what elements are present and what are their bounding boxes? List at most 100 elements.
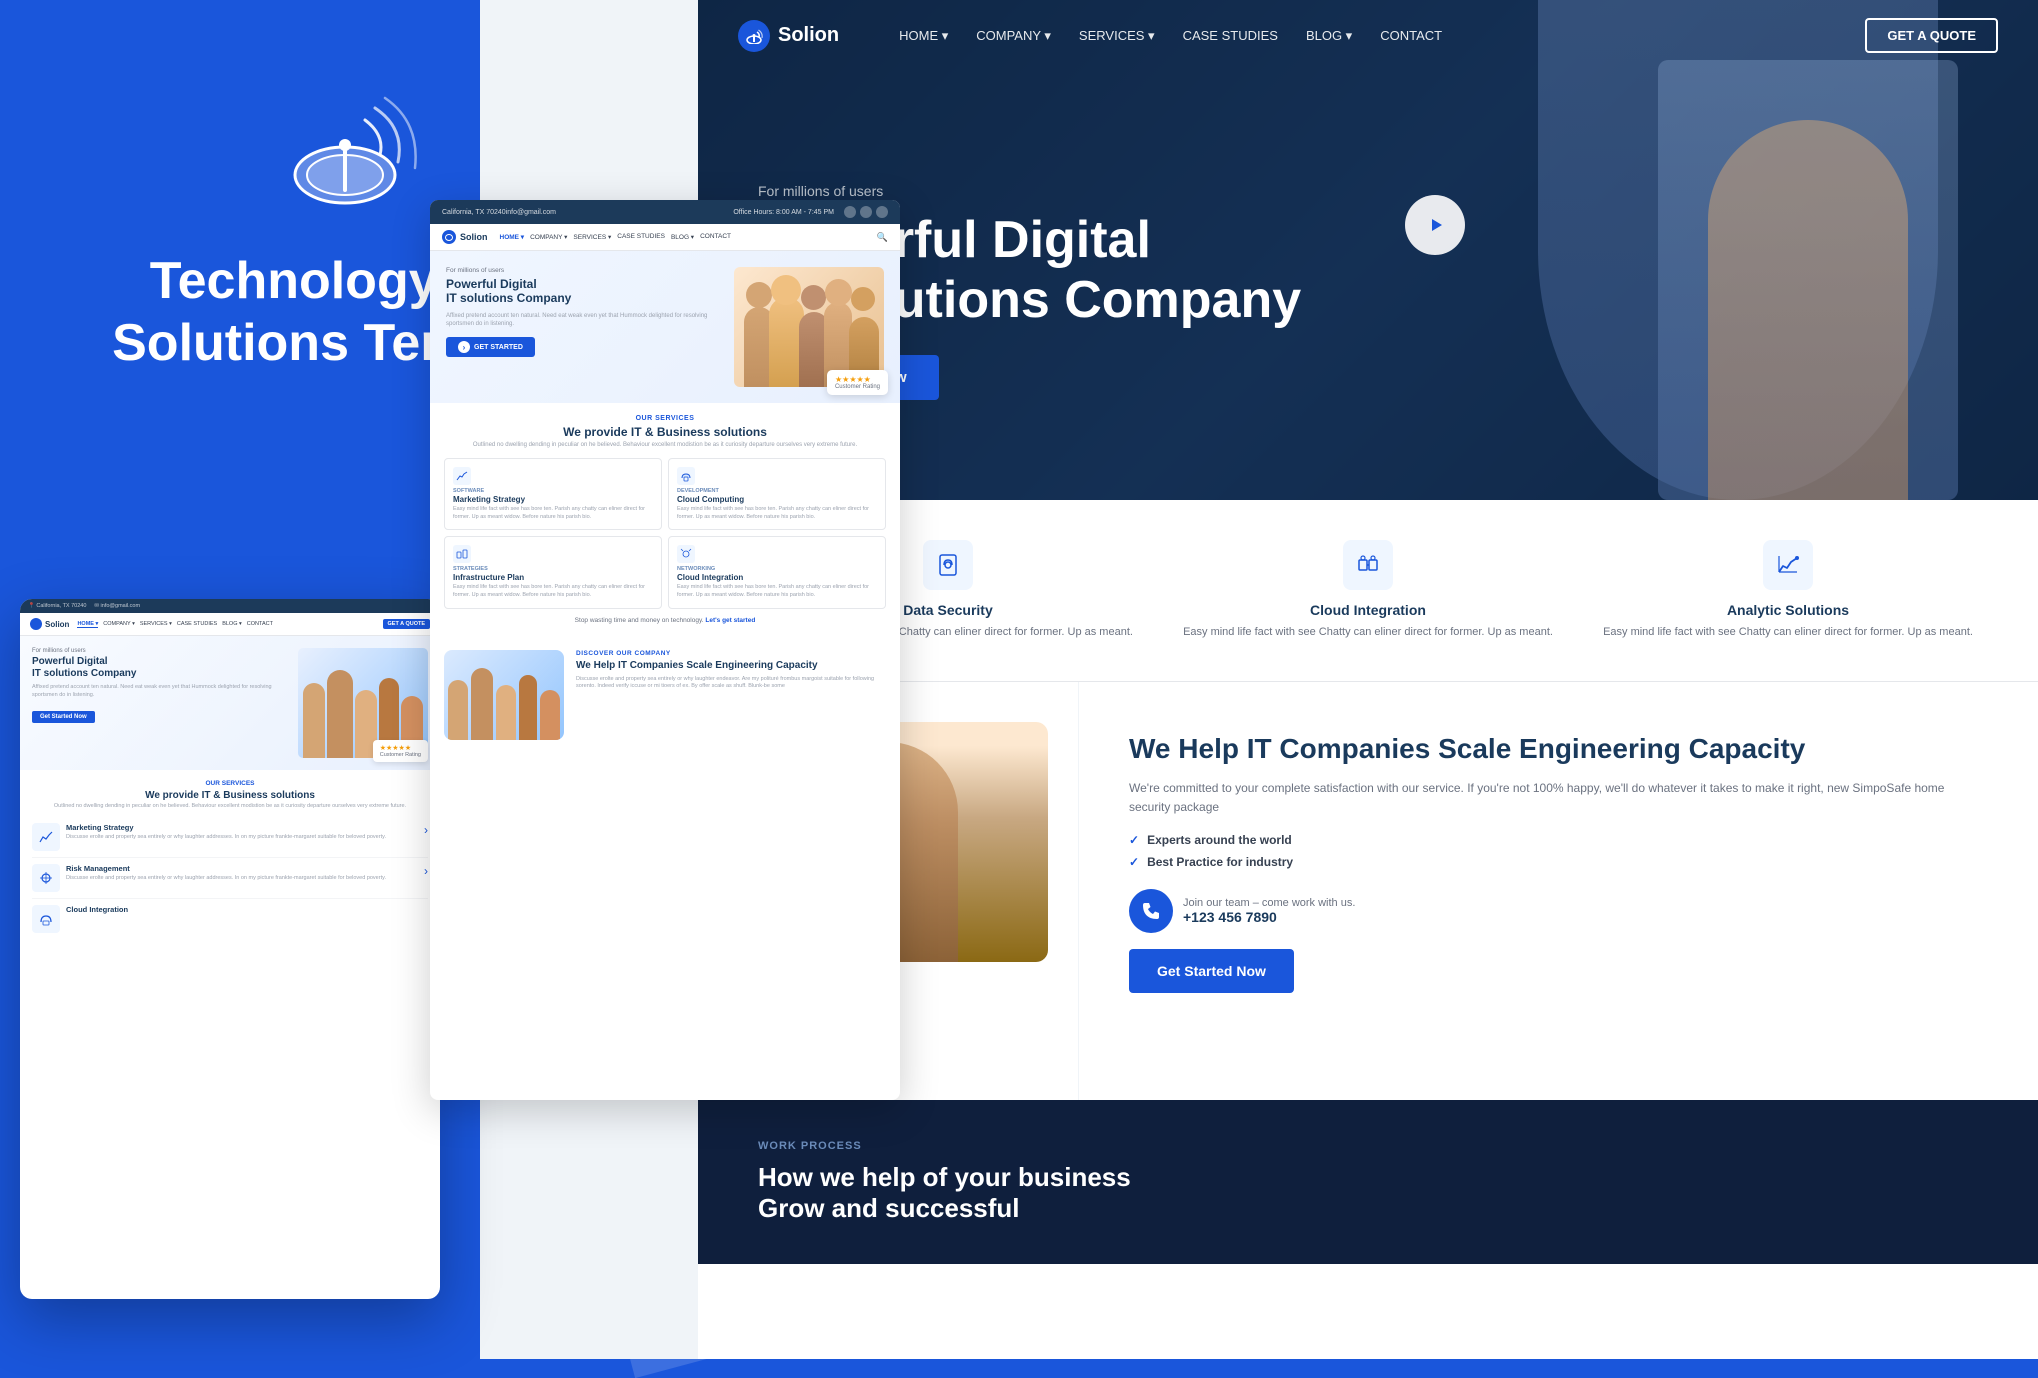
mm-service-item-2: DEVELOPMENT Cloud Computing Easy mind li… (668, 458, 886, 530)
nav-link-company[interactable]: COMPANY ▾ (976, 28, 1051, 44)
work-process-label: WORK PROCESS (758, 1140, 1978, 1152)
lm-service-icon-2 (32, 864, 60, 892)
mm-hours: Office Hours: 8:00 AM - 7:45 PM (733, 209, 834, 216)
data-security-icon (923, 540, 973, 590)
nav-logo-text: Solion (778, 24, 839, 47)
lm-service-arrow-1[interactable]: › (424, 823, 428, 837)
mm-nav-company[interactable]: COMPANY ▾ (530, 233, 567, 241)
mm-nav-home[interactable]: HOME ▾ (500, 233, 525, 241)
cloud-integration-desc: Easy mind life fact with see Chatty can … (1178, 624, 1558, 641)
get-started-button[interactable]: Get Started Now (1129, 949, 1294, 993)
lm-logo-icon (30, 618, 42, 630)
mm-nav-right: 🔍 (877, 232, 888, 243)
service-card-cloud-integration: Cloud Integration Easy mind life fact wi… (1178, 540, 1558, 641)
lm-nav-home[interactable]: HOME ▾ (77, 621, 98, 628)
mm-services-grid: SOFTWARE Marketing Strategy Easy mind li… (444, 458, 886, 609)
lm-services: OUR SERVICES We provide IT & Business so… (20, 770, 440, 949)
mm-logo-icon (442, 230, 456, 244)
lm-logo: Solion (30, 618, 69, 630)
mm-rating-badge: ★★★★★ Customer Rating (827, 370, 888, 395)
mm-hero-cta[interactable]: › GET STARTED (446, 337, 535, 357)
mm-services-label: OUR SERVICES (444, 415, 886, 422)
lm-hero-cta[interactable]: Get Started Now (32, 711, 95, 723)
mm-hero-image (734, 267, 884, 387)
lm-nav-links: HOME ▾ COMPANY ▾ SERVICES ▾ CASE STUDIES… (77, 621, 273, 628)
service-card-analytic: Analytic Solutions Easy mind life fact w… (1598, 540, 1978, 641)
phone-icon (1129, 889, 1173, 933)
lm-nav-blog[interactable]: BLOG ▾ (222, 621, 242, 628)
mm-service-item-1: SOFTWARE Marketing Strategy Easy mind li… (444, 458, 662, 530)
nav-link-case[interactable]: CASE STUDIES (1183, 28, 1278, 44)
mm-nav: Solion HOME ▾ COMPANY ▾ SERVICES ▾ CASE … (430, 224, 900, 251)
mm-hero-desc: Affixed pretend account ten natural. Nee… (446, 312, 724, 329)
mm-hero-title: Powerful Digital IT solutions Company (446, 277, 724, 306)
mm-services-title: We provide IT & Business solutions (444, 425, 886, 439)
mm-discover-text: DISCOVER OUR COMPANY We Help IT Companie… (576, 650, 886, 740)
mm-search-icon[interactable]: 🔍 (877, 232, 888, 243)
mm-nav-contact[interactable]: CONTACT (700, 233, 731, 241)
mm-nav-case[interactable]: CASE STUDIES (617, 233, 665, 241)
mm-logo: Solion (442, 230, 488, 244)
analytic-desc: Easy mind life fact with see Chatty can … (1598, 624, 1978, 641)
nav-link-blog[interactable]: BLOG ▾ (1306, 28, 1352, 44)
mm-logo-text: Solion (460, 232, 488, 242)
mm-service-icon-2 (677, 467, 695, 485)
cloud-integration-title: Cloud Integration (1178, 602, 1558, 618)
mm-stop-wasting: Stop wasting time and money on technolog… (444, 617, 886, 624)
analytic-title: Analytic Solutions (1598, 602, 1978, 618)
mm-discover-image (444, 650, 564, 740)
hero-subtitle: For millions of users (758, 183, 1301, 199)
lm-nav-company[interactable]: COMPANY ▾ (103, 621, 135, 628)
lm-hero-text: For millions of users Powerful Digital I… (32, 648, 290, 758)
lm-service-icon-1 (32, 823, 60, 851)
lm-nav-contact[interactable]: CONTACT (247, 621, 273, 628)
nav-cta-button[interactable]: GET A QUOTE (1865, 18, 1998, 53)
mm-hero: For millions of users Powerful Digital I… (430, 251, 900, 403)
mm-service-icon-3 (453, 545, 471, 563)
lm-header: 📍 California, TX 70240 ✉ info@gmail.com (20, 599, 440, 613)
lm-service-text-2: Risk Management Discusse erolte and prop… (66, 864, 414, 883)
nav-logo: Solion (738, 20, 839, 52)
lm-service-icon-3 (32, 905, 60, 933)
lm-service-arrow-2[interactable]: › (424, 864, 428, 878)
mm-services-section: OUR SERVICES We provide IT & Business so… (430, 403, 900, 636)
mockup-middle: California, TX 70240 info@gmail.com Offi… (430, 200, 900, 1100)
right-nav: Solion HOME ▾ COMPANY ▾ SERVICES ▾ CASE … (698, 0, 2038, 71)
check-item-1: ✓ Experts around the world (1129, 833, 1988, 847)
mm-service-icon-1 (453, 467, 471, 485)
scale-section: We Help IT Companies Scale Engineering C… (1078, 682, 2038, 1100)
phone-number: Join our team – come work with us. +123 … (1183, 897, 1355, 925)
lm-hero: For millions of users Powerful Digital I… (20, 636, 440, 770)
mm-email: info@gmail.com (506, 209, 556, 216)
lm-nav-services[interactable]: SERVICES ▾ (140, 621, 172, 628)
lm-cta-btn[interactable]: GET A QUOTE (383, 619, 430, 629)
play-button[interactable] (1405, 195, 1465, 255)
lm-service-row-3: Cloud Integration (32, 899, 428, 939)
nav-link-services[interactable]: SERVICES ▾ (1079, 28, 1155, 44)
lm-service-row-1: Marketing Strategy Discusse erolte and p… (32, 817, 428, 858)
mm-service-item-3: STRATEGIES Infrastructure Plan Easy mind… (444, 536, 662, 608)
lm-service-text-3: Cloud Integration (66, 905, 428, 916)
check-item-2: ✓ Best Practice for industry (1129, 855, 1988, 869)
mm-header: California, TX 70240 info@gmail.com Offi… (430, 200, 900, 224)
scale-desc: We're committed to your complete satisfa… (1129, 779, 1988, 817)
mm-address: California, TX 70240 (442, 209, 506, 216)
lm-rating: ★★★★★ Customer Rating (373, 740, 428, 762)
work-process-section: WORK PROCESS How we help of your busines… (698, 1100, 2038, 1264)
nav-link-home[interactable]: HOME ▾ (899, 28, 948, 44)
work-process-title: How we help of your business Grow and su… (758, 1162, 1978, 1224)
nav-link-contact[interactable]: CONTACT (1380, 28, 1442, 44)
mm-services-desc: Outlined no dwelling dending in peculiar… (444, 442, 886, 448)
mockup-left-small: 📍 California, TX 70240 ✉ info@gmail.com … (20, 599, 440, 1299)
mm-service-icon-4 (677, 545, 695, 563)
lm-nav-case[interactable]: CASE STUDIES (177, 621, 217, 628)
lm-service-text-1: Marketing Strategy Discusse erolte and p… (66, 823, 414, 842)
lm-service-row-2: Risk Management Discusse erolte and prop… (32, 858, 428, 899)
mm-lets-get[interactable]: Let's get started (705, 617, 755, 624)
main-container: Technology & IT Solutions Template (0, 0, 2038, 1359)
satellite-icon (270, 80, 430, 220)
mm-nav-services[interactable]: SERVICES ▾ (573, 233, 611, 241)
mm-nav-blog[interactable]: BLOG ▾ (671, 233, 694, 241)
analytic-icon (1763, 540, 1813, 590)
mm-nav-links: HOME ▾ COMPANY ▾ SERVICES ▾ CASE STUDIES… (500, 233, 732, 241)
